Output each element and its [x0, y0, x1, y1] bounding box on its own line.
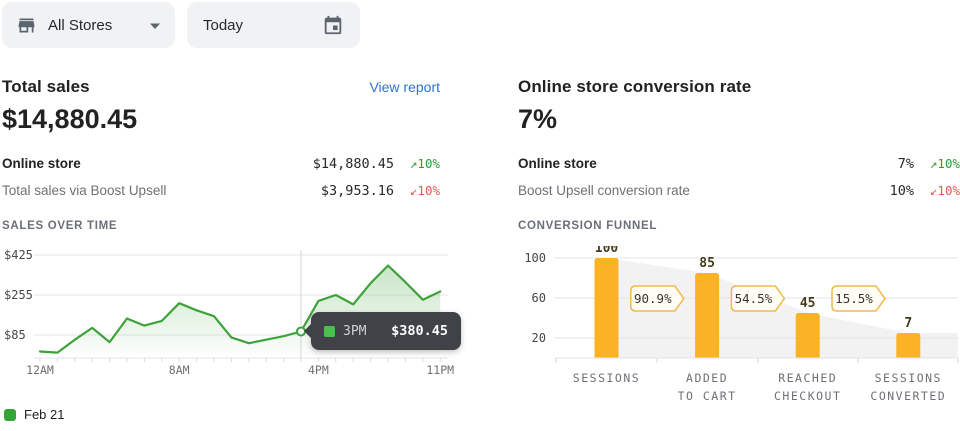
view-report-link[interactable]: View report — [369, 79, 440, 95]
conversion-metric-rows: Online store 7% ↗10% Boost Upsell conver… — [518, 150, 960, 204]
svg-text:$425: $425 — [4, 248, 33, 262]
svg-text:SESSIONS: SESSIONS — [875, 371, 942, 385]
sales-over-time-header: SALES OVER TIME — [2, 220, 117, 232]
legend-swatch-green — [4, 409, 16, 421]
metric-row-boost-conversion: Boost Upsell conversion rate 10% ↙10% — [518, 177, 960, 204]
svg-text:20: 20 — [532, 331, 546, 345]
metric-label: Online store — [2, 156, 284, 171]
date-filter-label: Today — [203, 17, 243, 34]
svg-text:45: 45 — [800, 296, 816, 311]
conversion-funnel-header: CONVERSION FUNNEL — [518, 220, 657, 232]
svg-text:12AM: 12AM — [26, 363, 54, 377]
metric-value: 7% — [804, 156, 914, 172]
svg-text:TO CART: TO CART — [678, 389, 737, 403]
chart-tooltip: 3PM $380.45 — [311, 312, 461, 350]
svg-text:85: 85 — [699, 256, 715, 271]
svg-text:4PM: 4PM — [308, 363, 329, 377]
dashboard: All Stores Today Total sales View report… — [0, 0, 960, 431]
svg-text:15.5%: 15.5% — [835, 291, 873, 306]
svg-text:ADDED: ADDED — [686, 371, 728, 385]
filter-bar: All Stores Today — [2, 2, 360, 48]
sales-legend: Feb 21 — [4, 407, 64, 422]
tooltip-series-swatch — [324, 326, 335, 337]
svg-text:90.9%: 90.9% — [634, 291, 672, 306]
metric-delta-down: ↙10% — [394, 183, 440, 198]
svg-text:8AM: 8AM — [169, 363, 190, 377]
total-sales-value: $14,880.45 — [2, 104, 137, 135]
svg-text:100: 100 — [595, 246, 619, 256]
svg-text:$85: $85 — [4, 328, 26, 342]
svg-text:SESSIONS: SESSIONS — [573, 371, 640, 385]
sales-metric-rows: Online store $14,880.45 ↗10% Total sales… — [2, 150, 440, 204]
date-filter-button[interactable]: Today — [187, 2, 360, 48]
store-filter-label: All Stores — [48, 17, 145, 34]
legend-label: Feb 21 — [24, 407, 64, 422]
tooltip-value: $380.45 — [391, 323, 448, 339]
conversion-funnel-chart[interactable]: 20 60 100 100 85 45 7 90.9% 54.5% 15.5% SESSIONS AD… — [518, 246, 960, 411]
metric-label: Online store — [518, 156, 804, 171]
svg-text:11PM: 11PM — [426, 363, 454, 377]
calendar-icon — [322, 14, 344, 36]
metric-row-online-store: Online store $14,880.45 ↗10% — [2, 150, 440, 177]
svg-text:100: 100 — [524, 251, 546, 265]
svg-text:54.5%: 54.5% — [735, 291, 773, 306]
metric-label: Total sales via Boost Upsell — [2, 183, 284, 198]
metric-label: Boost Upsell conversion rate — [518, 183, 804, 198]
conversion-value: 7% — [518, 104, 557, 135]
chevron-down-icon — [149, 17, 161, 34]
total-sales-title: Total sales — [2, 77, 90, 97]
svg-text:$255: $255 — [4, 288, 33, 302]
store-icon — [16, 15, 37, 36]
tooltip-time: 3PM — [343, 324, 391, 339]
metric-value: $3,953.16 — [284, 183, 394, 199]
metric-delta-up: ↗10% — [914, 156, 960, 171]
metric-value: 10% — [804, 183, 914, 199]
svg-text:CHECKOUT: CHECKOUT — [774, 389, 841, 403]
svg-text:7: 7 — [904, 316, 912, 331]
metric-row-boost-upsell: Total sales via Boost Upsell $3,953.16 ↙… — [2, 177, 440, 204]
svg-text:CONVERTED: CONVERTED — [870, 389, 946, 403]
store-filter-button[interactable]: All Stores — [2, 2, 175, 48]
svg-text:REACHED: REACHED — [778, 371, 837, 385]
metric-delta-down: ↙10% — [914, 183, 960, 198]
conversion-title: Online store conversion rate — [518, 77, 751, 97]
metric-delta-up: ↗10% — [394, 156, 440, 171]
metric-value: $14,880.45 — [284, 156, 394, 172]
svg-text:60: 60 — [532, 291, 546, 305]
metric-row-online-store: Online store 7% ↗10% — [518, 150, 960, 177]
